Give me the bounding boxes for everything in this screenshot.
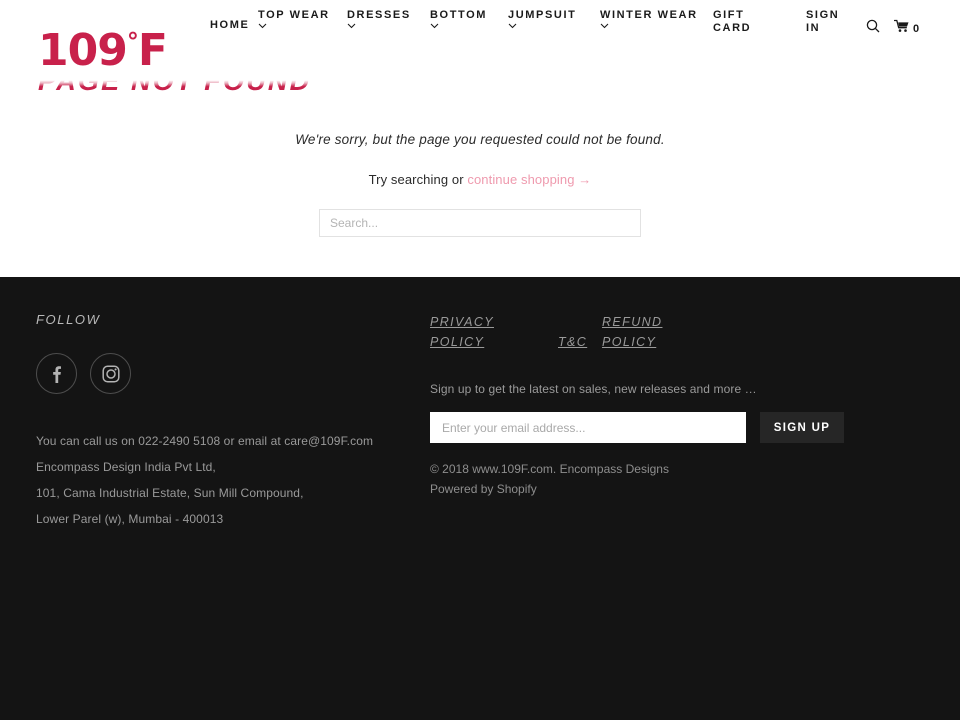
main-content: We're sorry, but the page you requested … — [0, 130, 960, 237]
footer-right-column: PRIVACY POLICY T&C REFUND POLICY Sign up… — [430, 312, 850, 499]
try-searching-line: Try searching or continue shopping → — [0, 172, 960, 187]
nav-item-dresses[interactable]: DRESSES — [347, 9, 411, 29]
footer-link-privacy-policy[interactable]: PRIVACY POLICY — [430, 312, 530, 352]
continue-shopping-link[interactable]: continue shopping → — [467, 172, 591, 187]
site-header: 109°F HOME TOP WEAR DRESSES BOTTOM JUMPS… — [0, 0, 960, 277]
primary-navigation: HOME TOP WEAR DRESSES BOTTOM JUMPSUIT WI… — [205, 9, 950, 55]
footer-links: PRIVACY POLICY T&C REFUND POLICY — [430, 312, 730, 362]
chevron-down-icon — [347, 23, 356, 29]
nav-label: DRESSES — [347, 9, 411, 21]
nav-item-winter-wear[interactable]: WINTER WEAR — [600, 9, 698, 29]
nav-label: TOP WEAR — [258, 9, 330, 21]
cart-count: 0 — [913, 22, 920, 35]
site-footer: FOLLOW You can call us on 022-2490 5108 … — [0, 277, 960, 720]
page-title-container: PAGE NOT FOUND — [0, 80, 960, 112]
instagram-icon[interactable] — [90, 353, 131, 394]
footer-left-column: FOLLOW You can call us on 022-2490 5108 … — [36, 312, 416, 532]
nav-label: WINTER WEAR — [600, 9, 698, 21]
contact-line: Lower Parel (w), Mumbai - 400013 — [36, 512, 224, 526]
nav-label: BOTTOM — [430, 9, 488, 21]
newsletter-form: SIGN UP — [430, 412, 850, 443]
contact-line: You can call us on 022-2490 5108 or emai… — [36, 434, 374, 448]
chevron-down-icon — [258, 23, 267, 29]
error-message: We're sorry, but the page you requested … — [295, 132, 665, 147]
chevron-down-icon — [430, 23, 439, 29]
copyright-block: © 2018 www.109F.com. Encompass Designs P… — [430, 459, 850, 499]
newsletter-note: Sign up to get the latest on sales, new … — [430, 382, 757, 396]
search-input[interactable] — [319, 209, 641, 237]
social-links — [36, 353, 416, 394]
powered-by-text: Powered by Shopify — [430, 482, 537, 496]
copyright-text: © 2018 www.109F.com. Encompass Designs — [430, 462, 669, 476]
logo-text: 109°F — [38, 25, 168, 76]
nav-label: JUMPSUIT — [508, 9, 577, 21]
page-title: PAGE NOT FOUND — [38, 80, 312, 96]
footer-link-refund-policy[interactable]: REFUND POLICY — [602, 312, 712, 352]
search-form — [0, 209, 960, 237]
nav-item-jumpsuit[interactable]: JUMPSUIT — [508, 9, 576, 29]
facebook-icon[interactable] — [36, 353, 77, 394]
nav-label: HOME — [210, 19, 250, 31]
contact-info: You can call us on 022-2490 5108 or emai… — [36, 428, 416, 532]
site-logo[interactable]: 109°F — [38, 22, 208, 80]
cart-button[interactable]: 0 — [893, 19, 920, 38]
nav-item-top-wear[interactable]: TOP WEAR — [258, 9, 330, 29]
nav-item-gift-card[interactable]: GIFT CARD — [713, 9, 757, 35]
nav-item-sign-in[interactable]: SIGN IN — [806, 9, 840, 35]
footer-link-terms-conditions[interactable]: T&C — [558, 332, 587, 352]
search-icon[interactable] — [866, 19, 880, 38]
cart-icon — [893, 19, 909, 38]
nav-item-home[interactable]: HOME — [210, 19, 249, 32]
contact-line: Encompass Design India Pvt Ltd, — [36, 460, 216, 474]
contact-line: 101, Cama Industrial Estate, Sun Mill Co… — [36, 486, 304, 500]
email-field[interactable] — [430, 412, 746, 443]
nav-label: SIGN IN — [806, 9, 840, 34]
nav-item-bottom[interactable]: BOTTOM — [430, 9, 487, 29]
sign-up-button[interactable]: SIGN UP — [760, 412, 844, 443]
follow-heading: FOLLOW — [36, 312, 101, 327]
try-searching-text: Try searching or — [368, 172, 468, 187]
logo-degree-symbol: ° — [126, 27, 139, 56]
chevron-down-icon — [508, 23, 517, 29]
chevron-down-icon — [600, 23, 609, 29]
nav-label: GIFT CARD — [713, 9, 752, 34]
